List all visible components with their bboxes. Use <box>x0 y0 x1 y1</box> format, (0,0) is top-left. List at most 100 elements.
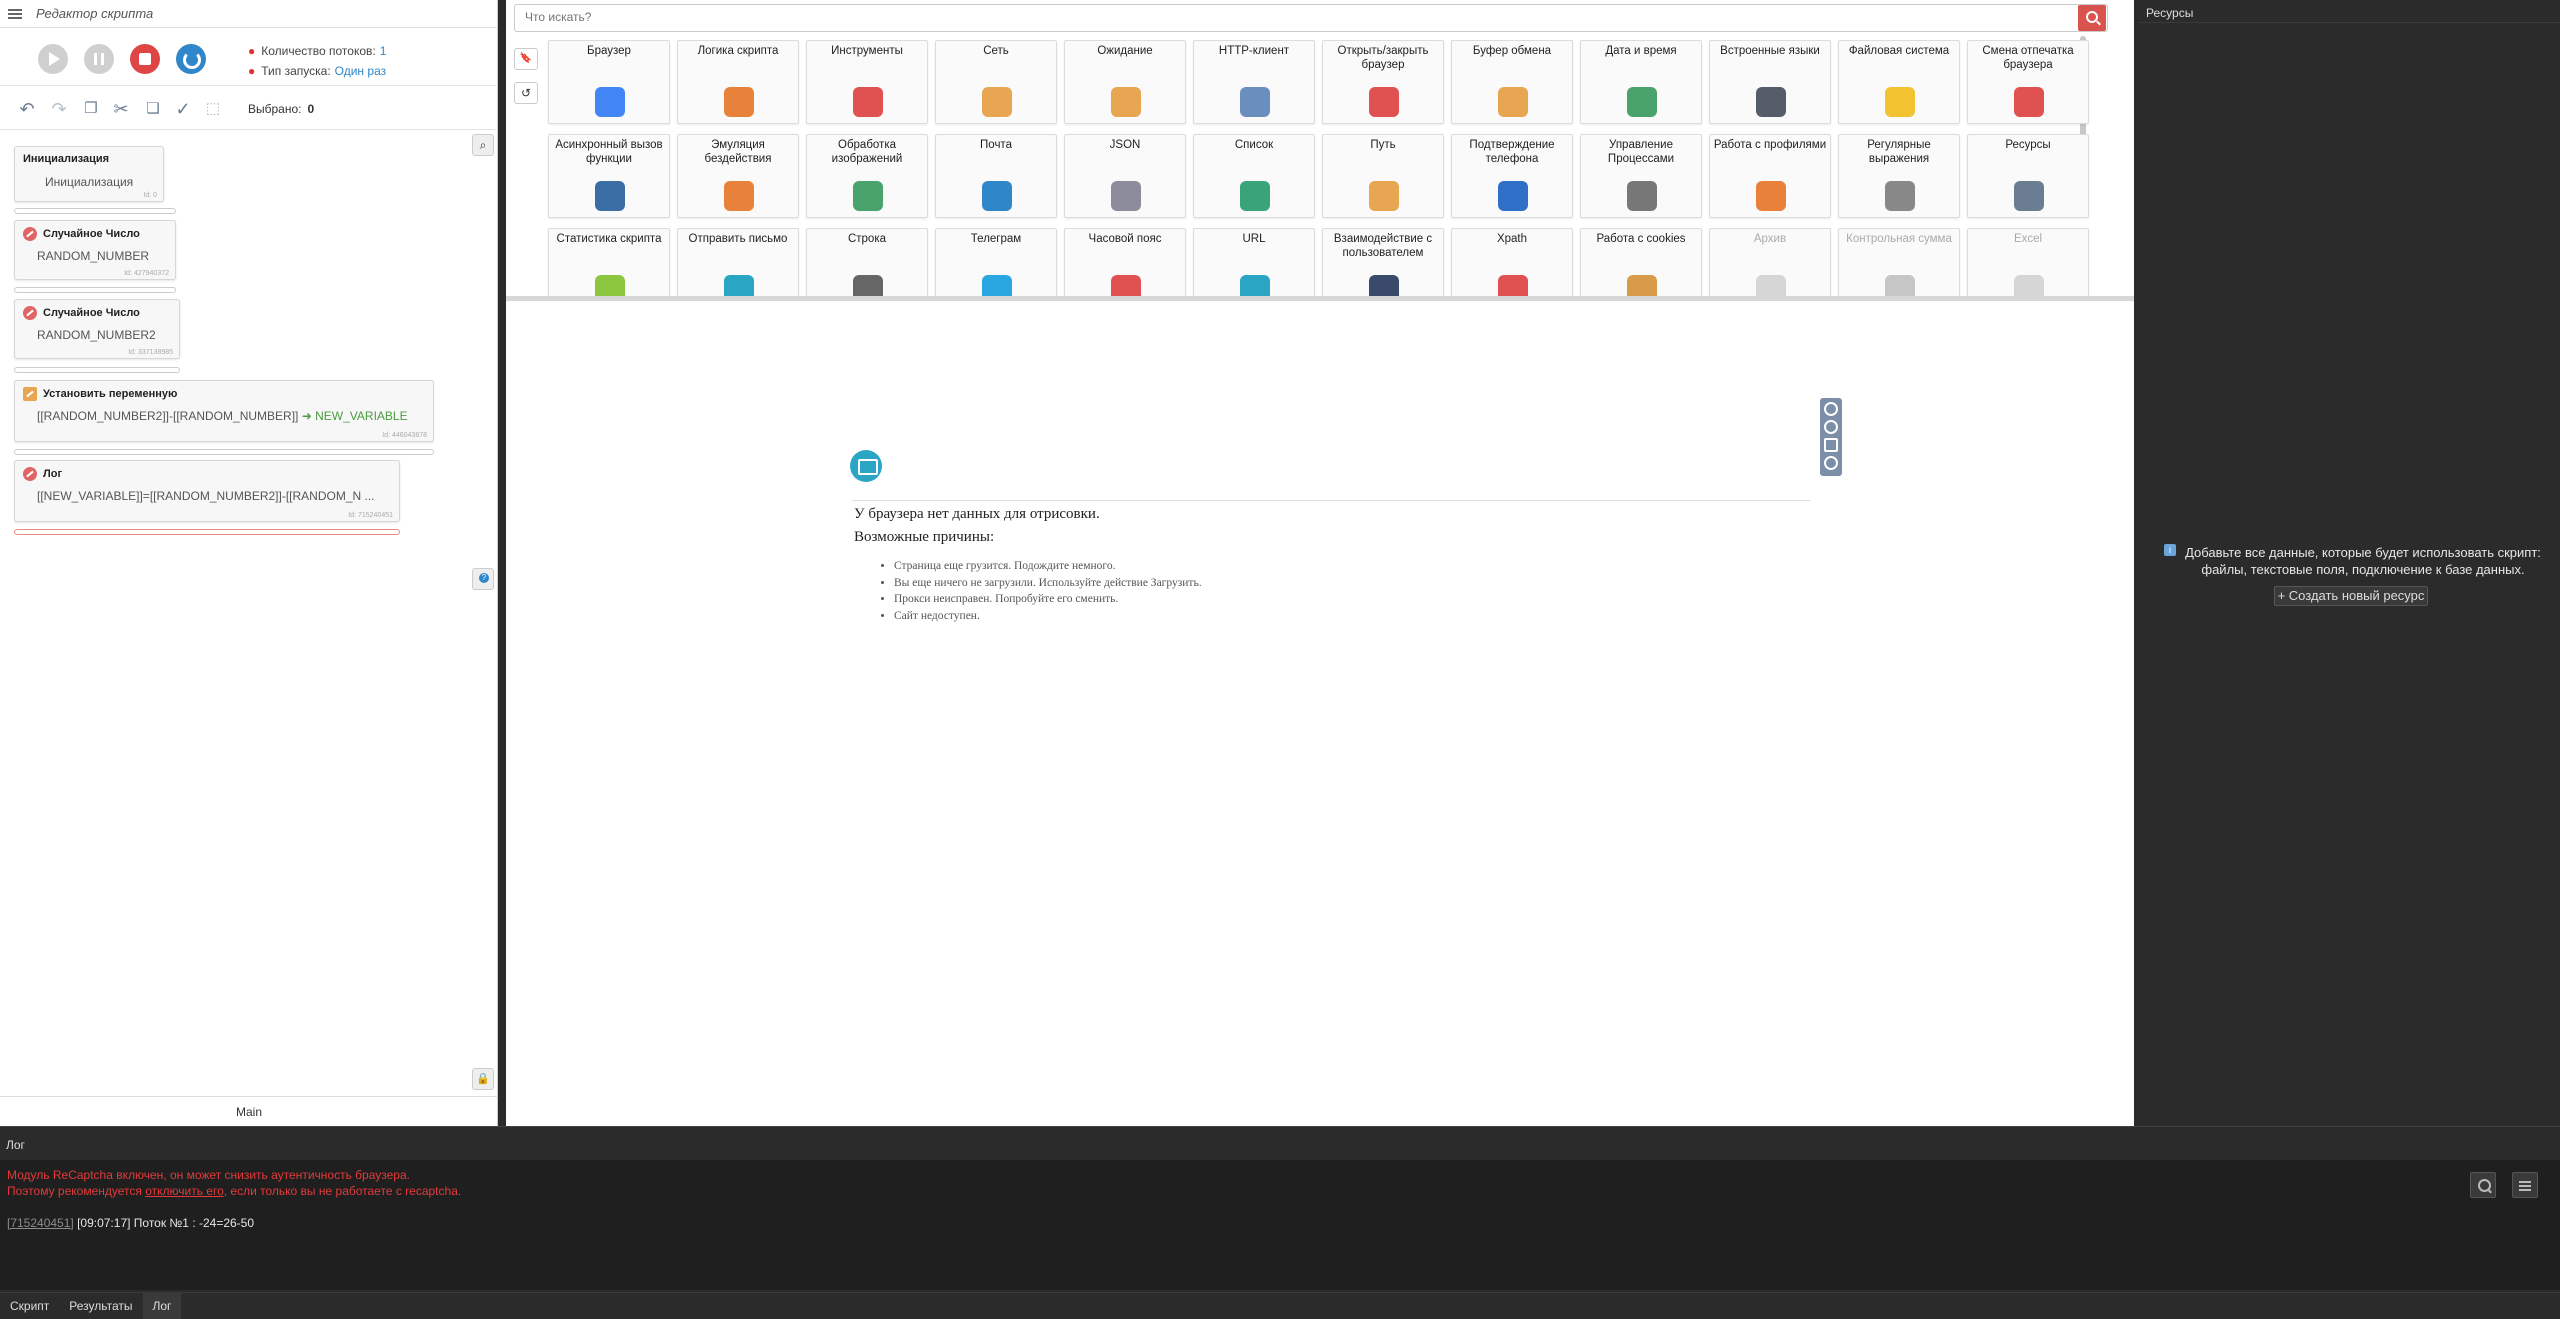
tab-results[interactable]: Результаты <box>59 1293 142 1319</box>
function-tab-main[interactable]: Main <box>0 1096 498 1126</box>
disable-recaptcha-link[interactable]: отключить его <box>145 1184 224 1198</box>
list-item: Страница еще грузится. Подождите немного… <box>894 560 1202 577</box>
async-icon <box>595 181 625 211</box>
tool-tile[interactable]: Открыть/закрыть браузер <box>1322 40 1444 124</box>
info-icon[interactable] <box>1824 420 1838 434</box>
launch-value[interactable]: Один раз <box>335 64 386 78</box>
threads-label: Количество потоков: <box>261 44 376 58</box>
block-title: Случайное Число <box>43 228 140 240</box>
block-connector[interactable] <box>14 449 434 455</box>
history-icon[interactable]: ↺ <box>514 82 538 104</box>
browser-view <box>506 301 2134 1126</box>
block-random-number[interactable]: Случайное Число RANDOM_NUMBER Id: 427940… <box>14 220 176 280</box>
hamburger-menu-icon[interactable] <box>8 8 22 19</box>
tool-label: HTTP-клиент <box>1218 45 1290 57</box>
tool-tile[interactable]: Почта <box>935 134 1057 218</box>
tool-tile[interactable]: Встроенные языки <box>1709 40 1831 124</box>
clock-icon <box>724 181 754 211</box>
cut-icon[interactable]: ✂ <box>110 100 132 118</box>
tool-tile[interactable]: Обработка изображений <box>806 134 928 218</box>
block-connector[interactable] <box>14 287 176 293</box>
http-icon <box>1240 87 1270 117</box>
tool-label: Excel <box>2013 233 2043 245</box>
tool-tile[interactable]: Дата и время <box>1580 40 1702 124</box>
search-icon[interactable] <box>2078 5 2106 31</box>
monitor-icon <box>850 450 882 482</box>
tool-label: Регулярные выражения <box>1867 139 1931 165</box>
lock-button[interactable]: 🔒 <box>472 1068 494 1090</box>
block-connector[interactable] <box>14 208 176 214</box>
block-init[interactable]: Инициализация Инициализация Id: 0 <box>14 146 164 202</box>
block-title: Инициализация <box>23 153 110 165</box>
tool-tile[interactable]: Файловая система <box>1838 40 1960 124</box>
regex-icon <box>1885 181 1915 211</box>
tool-tile[interactable]: Список <box>1193 134 1315 218</box>
restart-button[interactable] <box>176 44 206 74</box>
tool-tile[interactable]: Подтверждение телефона <box>1451 134 1573 218</box>
tab-log[interactable]: Лог <box>142 1293 182 1319</box>
tool-label: Отправить письмо <box>688 233 788 245</box>
tool-tile[interactable]: Смена отпечатка браузера <box>1967 40 2089 124</box>
block-set-variable[interactable]: Установить переменную [[RANDOM_NUMBER2]]… <box>14 380 434 442</box>
bookmark-icon[interactable]: 🔖 <box>514 48 538 70</box>
random-icon <box>23 227 37 241</box>
help-button[interactable] <box>472 568 494 590</box>
tool-tile[interactable]: Путь <box>1322 134 1444 218</box>
block-connector-end[interactable] <box>14 529 400 535</box>
tool-label: Ресурсы <box>2005 139 2051 151</box>
mail-icon <box>982 181 1012 211</box>
tool-tile[interactable]: Логика скрипта <box>677 40 799 124</box>
gear-icon[interactable] <box>1824 456 1838 470</box>
copy-page-icon[interactable]: ❐ <box>80 100 102 118</box>
tool-tile[interactable]: Сеть <box>935 40 1057 124</box>
play-button[interactable] <box>38 44 68 74</box>
tool-label: Управление Процессами <box>1607 139 1675 165</box>
tool-tile[interactable]: Ожидание <box>1064 40 1186 124</box>
tool-tile[interactable]: Эмуляция бездействия <box>677 134 799 218</box>
block-log[interactable]: Лог [[NEW_VARIABLE]]=[[RANDOM_NUMBER2]]-… <box>14 460 400 522</box>
variable-expression: [[RANDOM_NUMBER2]]-[[RANDOM_NUMBER]] <box>37 409 299 423</box>
threads-value[interactable]: 1 <box>380 44 387 58</box>
redo-icon[interactable]: ↷ <box>48 100 70 118</box>
pause-button[interactable] <box>84 44 114 74</box>
resources-icon <box>2014 181 2044 211</box>
block-id: Id: 715240451 <box>348 512 393 519</box>
log-menu-icon[interactable] <box>2512 1172 2538 1198</box>
check-icon[interactable]: ✓ <box>172 100 194 118</box>
tool-tile[interactable]: Инструменты <box>806 40 928 124</box>
undo-icon[interactable]: ↶ <box>16 100 38 118</box>
tab-script[interactable]: Скрипт <box>0 1293 59 1319</box>
tool-tile[interactable]: Буфер обмена <box>1451 40 1573 124</box>
tool-tile[interactable]: Асинхронный вызов функции <box>548 134 670 218</box>
tool-tile[interactable]: Регулярные выражения <box>1838 134 1960 218</box>
stop-button[interactable] <box>130 44 160 74</box>
tool-tile[interactable]: HTTP-клиент <box>1193 40 1315 124</box>
profile-icon <box>1756 181 1786 211</box>
tool-tile[interactable]: Браузер <box>548 40 670 124</box>
block-title: Лог <box>43 468 63 480</box>
log-action-id-link[interactable]: [715240451] <box>7 1216 74 1230</box>
block-id: Id: 337138985 <box>128 349 173 356</box>
tool-tile[interactable]: Работа с профилями <box>1709 134 1831 218</box>
block-connector[interactable] <box>14 367 180 373</box>
tool-label: Асинхронный вызов функции <box>555 139 663 165</box>
broadcast-icon[interactable] <box>1824 402 1838 416</box>
variable-icon <box>23 387 37 401</box>
tool-label: Строка <box>847 233 887 245</box>
log-search-icon[interactable] <box>2470 1172 2496 1198</box>
select-all-icon[interactable]: ⬚ <box>202 100 224 118</box>
create-resource-button[interactable]: + Создать новый ресурс <box>2274 586 2428 606</box>
tool-tile[interactable]: Управление Процессами <box>1580 134 1702 218</box>
antenna-icon <box>982 87 1012 117</box>
toolbox-search-input[interactable] <box>525 10 2025 24</box>
tool-label: Браузер <box>587 45 631 57</box>
paste-icon[interactable]: ❏ <box>142 100 164 118</box>
canvas-search-button[interactable]: ⌕ <box>472 134 494 156</box>
reasons-list: Страница еще грузится. Подождите немного… <box>894 560 1202 626</box>
tool-tile[interactable]: Ресурсы <box>1967 134 2089 218</box>
tool-label: Файловая система <box>1848 45 1950 57</box>
list-item: Сайт недоступен. <box>894 610 1202 627</box>
block-random-number-2[interactable]: Случайное Число RANDOM_NUMBER2 Id: 33713… <box>14 299 180 359</box>
tool-tile[interactable]: JSON <box>1064 134 1186 218</box>
fullscreen-icon[interactable] <box>1824 438 1838 452</box>
